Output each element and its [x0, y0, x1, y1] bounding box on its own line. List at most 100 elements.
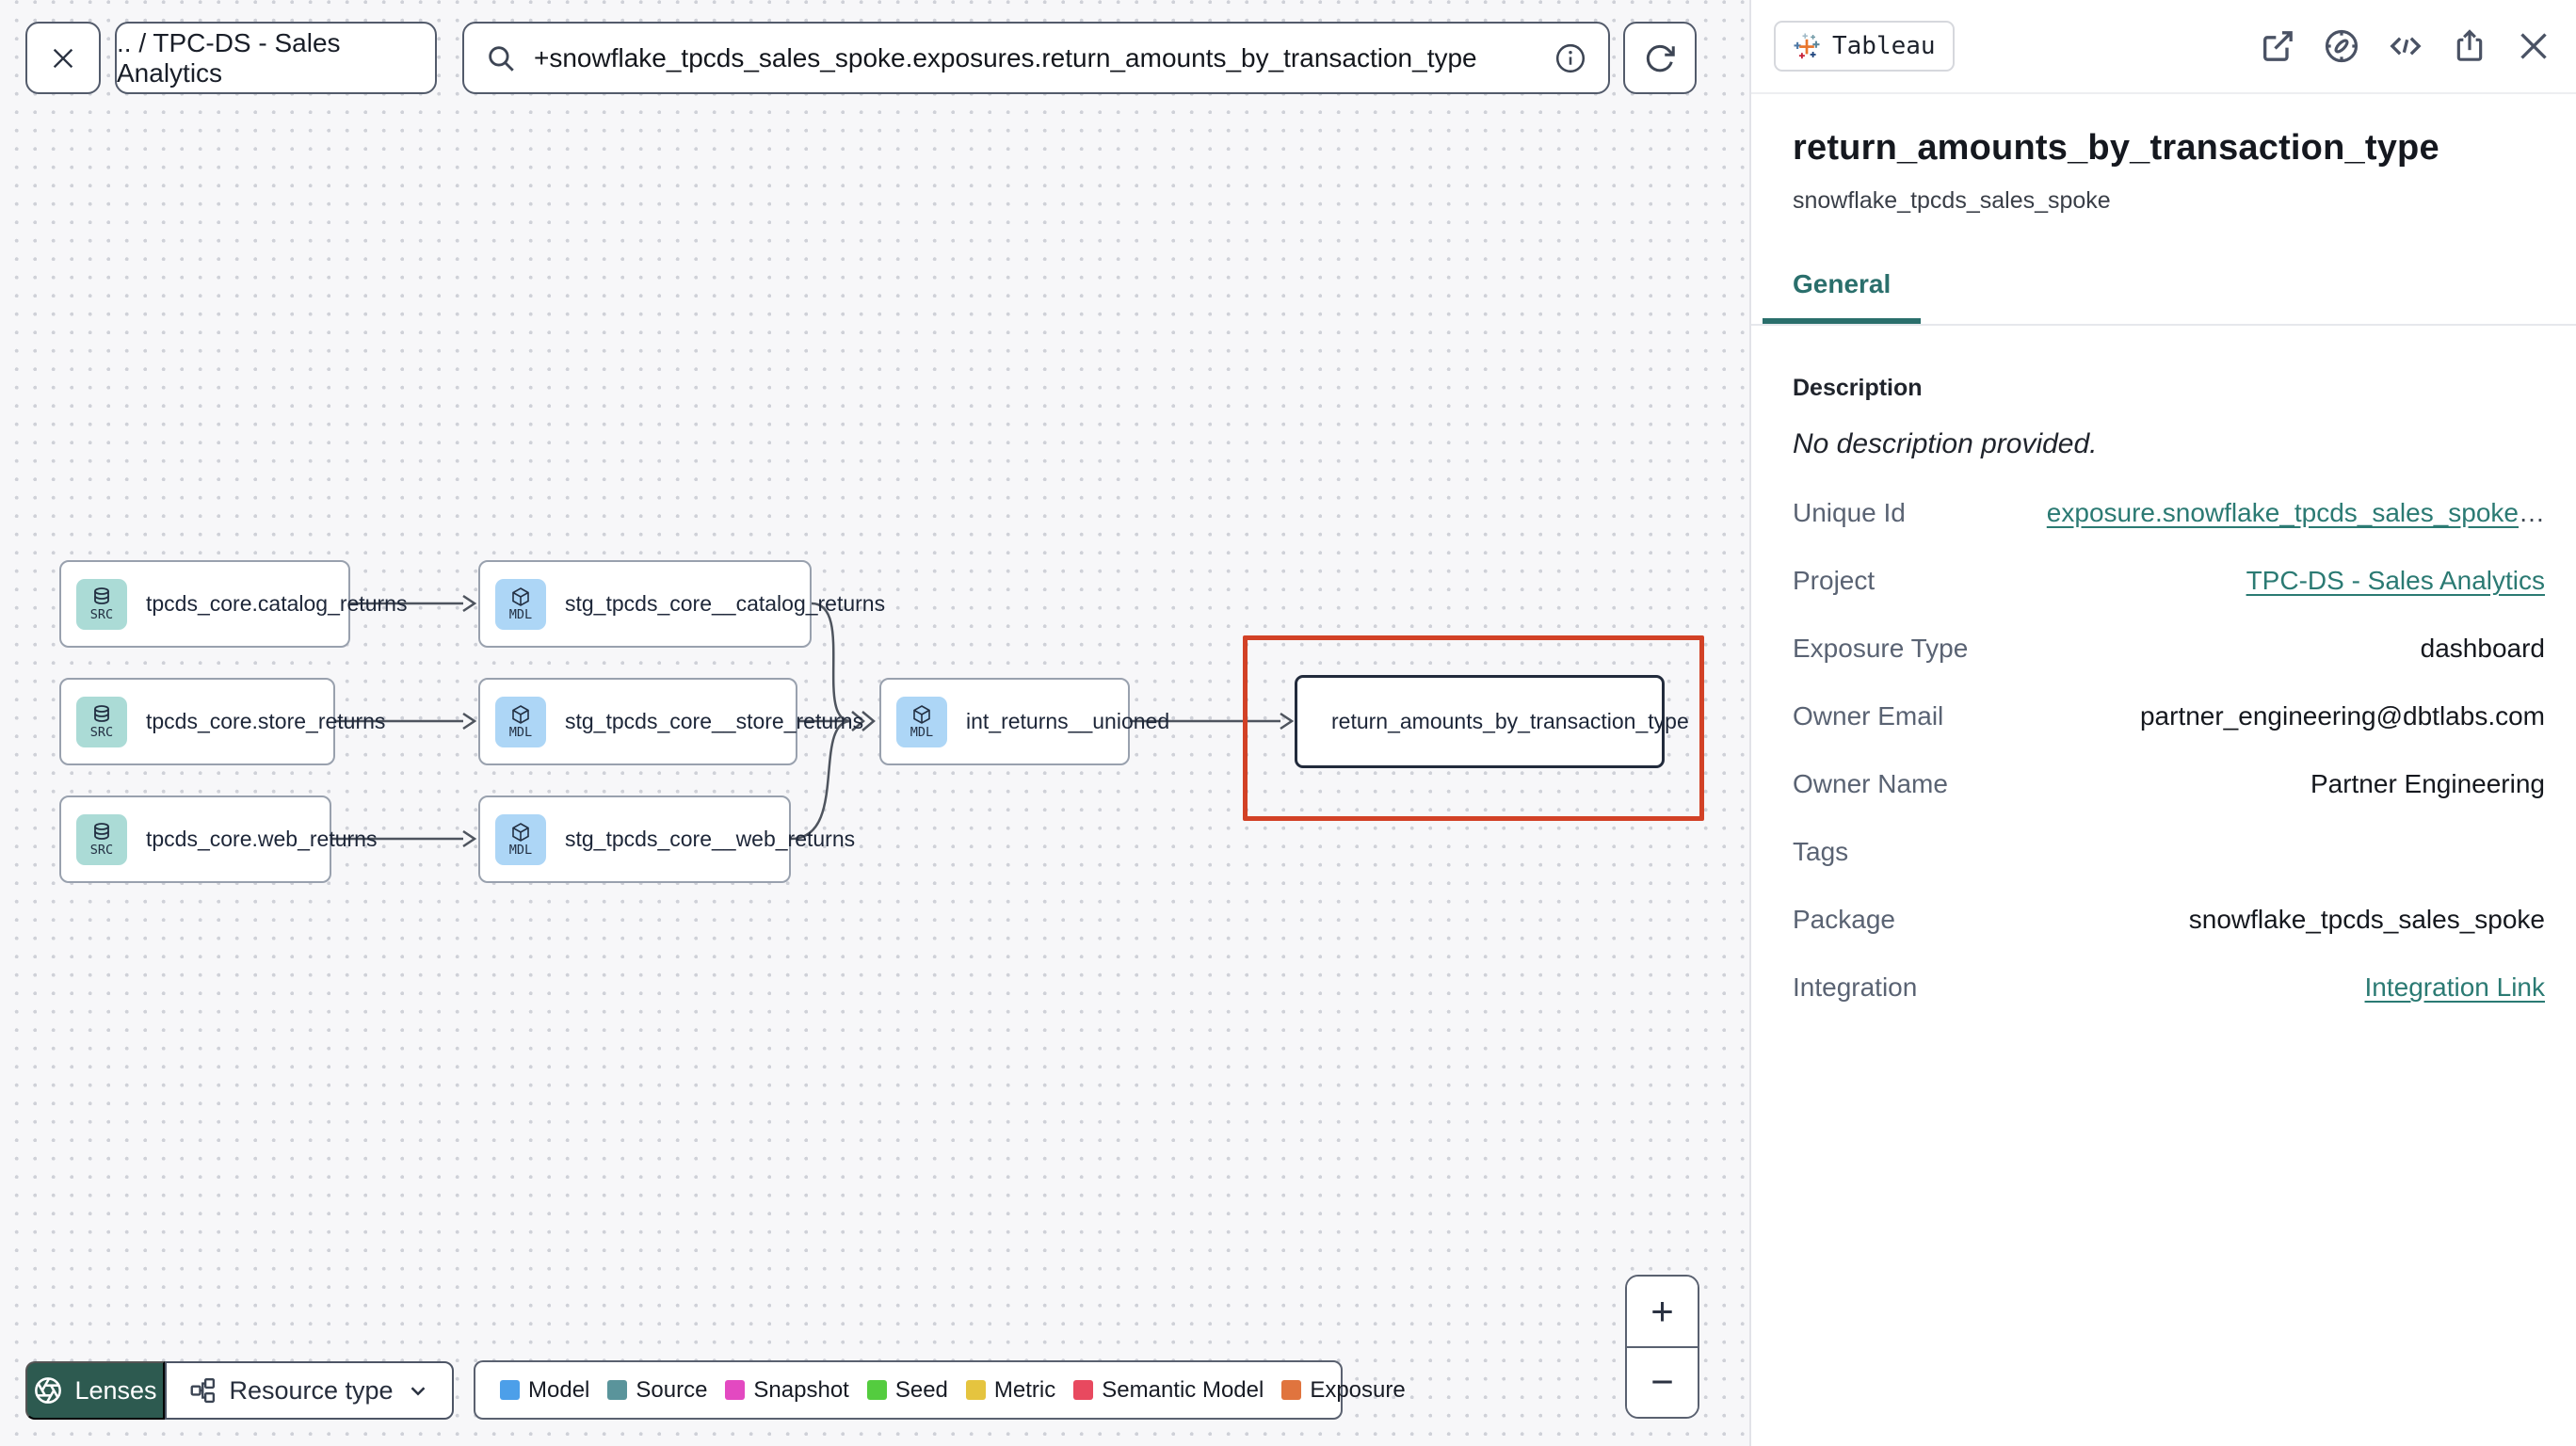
cube-icon	[512, 823, 529, 843]
field-row-exposure-type: Exposure Type dashboard	[1793, 634, 2545, 663]
edge	[811, 602, 852, 723]
integration-link[interactable]: Integration Link	[2365, 972, 2545, 1003]
breadcrumb[interactable]: .. / TPC-DS - Sales Analytics	[115, 22, 437, 94]
field-row-package: Package snowflake_tpcds_sales_spoke	[1793, 905, 2545, 934]
unique-id-link[interactable]: exposure.snowflake_tpcds_sales_spoke	[2047, 498, 2519, 527]
field-row-tags: Tags	[1793, 837, 1849, 866]
cube-icon	[512, 705, 529, 725]
close-icon	[53, 48, 73, 68]
database-icon	[94, 823, 109, 841]
legend-item-metric: Metric	[965, 1377, 1055, 1404]
graph-node-source-catalog-returns[interactable]: SRC tpcds_core.catalog_returns	[59, 560, 407, 648]
field-row-owner-email: Owner Email partner_engineering@dbtlabs.…	[1793, 701, 2545, 731]
resource-type-label: Resource type	[229, 1375, 394, 1405]
legend-item-semantic-model: Semantic Model	[1073, 1377, 1264, 1404]
arrowhead	[462, 829, 477, 848]
source-badge: SRC	[76, 578, 127, 630]
code-icon	[2390, 37, 2422, 56]
node-label: tpcds_core.catalog_returns	[146, 591, 408, 616]
database-icon	[94, 587, 109, 605]
field-row-integration: Integration Integration Link	[1793, 972, 2545, 1003]
resource-type-icon	[191, 1377, 216, 1404]
external-link-icon	[2263, 31, 2293, 61]
graph-node-stg-web-returns[interactable]: MDL stg_tpcds_core__web_returns	[478, 795, 855, 883]
truncation-ellipsis: …	[2519, 498, 2545, 527]
panel-tabs: General	[1751, 269, 2576, 326]
tab-general[interactable]: General	[1763, 269, 1922, 324]
edge	[790, 719, 852, 841]
model-color-chip	[500, 1380, 520, 1400]
field-row-unique-id: Unique Id exposure.snowflake_tpcds_sales…	[1793, 498, 2545, 527]
resource-type-dropdown[interactable]: Resource type	[165, 1361, 454, 1420]
source-color-chip	[607, 1380, 628, 1400]
node-label: return_amounts_by_transaction_type	[1331, 709, 1689, 733]
arrowhead	[462, 594, 477, 613]
node-label: tpcds_core.store_returns	[146, 709, 386, 733]
zoom-controls: + −	[1625, 1275, 1699, 1419]
explore-button[interactable]	[2322, 26, 2361, 66]
node-label: tpcds_core.web_returns	[146, 827, 378, 851]
field-row-project: Project TPC-DS - Sales Analytics	[1793, 566, 2545, 596]
model-badge: MDL	[495, 578, 546, 630]
info-icon[interactable]	[1554, 41, 1587, 75]
lineage-search-bar	[462, 22, 1610, 94]
model-badge: MDL	[495, 696, 546, 747]
description-value: No description provided.	[1793, 428, 2098, 459]
cube-icon	[512, 587, 529, 607]
lineage-canvas[interactable]: SRC tpcds_core.catalog_returns SRC tpcds…	[0, 0, 1751, 1446]
snapshot-color-chip	[725, 1380, 746, 1400]
zoom-out-button[interactable]: −	[1627, 1347, 1698, 1417]
description-label: Description	[1793, 375, 1923, 401]
cube-icon	[913, 705, 930, 725]
database-icon	[94, 705, 109, 723]
source-badge: SRC	[76, 813, 127, 865]
page-title: return_amounts_by_transaction_type	[1793, 128, 2439, 168]
refresh-icon	[1646, 44, 1675, 72]
project-link[interactable]: TPC-DS - Sales Analytics	[2246, 566, 2545, 596]
code-button[interactable]	[2386, 26, 2425, 66]
graph-node-stg-catalog-returns[interactable]: MDL stg_tpcds_core__catalog_returns	[478, 560, 885, 648]
share-button[interactable]	[2450, 26, 2489, 66]
semantic-model-color-chip	[1073, 1380, 1094, 1400]
resource-type-legend: Model Source Snapshot Seed Metric Semant…	[474, 1360, 1406, 1420]
node-label: stg_tpcds_core__store_returns	[565, 709, 864, 733]
close-icon	[2520, 33, 2547, 59]
graph-node-stg-store-returns[interactable]: MDL stg_tpcds_core__store_returns	[478, 678, 863, 765]
graph-node-exposure-selected[interactable]: return_amounts_by_transaction_type	[1295, 675, 1689, 768]
legend-item-snapshot: Snapshot	[725, 1377, 849, 1404]
search-input[interactable]	[534, 42, 1537, 73]
open-external-button[interactable]	[2258, 26, 2297, 66]
share-icon	[2456, 29, 2483, 61]
node-label: stg_tpcds_core__catalog_returns	[565, 591, 886, 616]
graph-node-source-web-returns[interactable]: SRC tpcds_core.web_returns	[59, 795, 377, 883]
close-panel-button[interactable]	[2514, 26, 2553, 66]
model-badge: MDL	[495, 813, 546, 865]
dbt-explorer-app: SRC tpcds_core.catalog_returns SRC tpcds…	[0, 0, 2576, 1446]
arrowhead	[462, 712, 477, 731]
node-label: stg_tpcds_core__web_returns	[565, 827, 856, 851]
general-section: Description No description provided. Uni…	[1751, 326, 2576, 1021]
field-row-owner-name: Owner Name Partner Engineering	[1793, 769, 2545, 798]
integration-badge-label: Tableau	[1832, 32, 1936, 60]
legend-item-exposure: Exposure	[1281, 1377, 1406, 1404]
lenses-button[interactable]: Lenses	[25, 1361, 165, 1420]
seed-color-chip	[866, 1380, 887, 1400]
zoom-in-button[interactable]: +	[1627, 1277, 1698, 1348]
tableau-badge: Tableau	[1774, 21, 1955, 72]
tableau-logo-icon	[1794, 33, 1820, 59]
legend-item-model: Model	[500, 1377, 589, 1404]
graph-node-source-store-returns[interactable]: SRC tpcds_core.store_returns	[59, 678, 385, 765]
model-badge: MDL	[896, 696, 947, 747]
close-lineage-button[interactable]	[25, 22, 101, 94]
exposure-color-chip	[1281, 1380, 1302, 1400]
refresh-button[interactable]	[1623, 22, 1697, 94]
exposure-details-panel: Tableau return_amounts_by_transaction_ty…	[1751, 0, 2576, 1446]
source-badge: SRC	[76, 696, 127, 747]
lenses-label: Lenses	[74, 1375, 157, 1405]
legend-item-source: Source	[607, 1377, 707, 1404]
chevron-down-icon	[411, 1387, 425, 1396]
graph-node-int-returns-unioned[interactable]: MDL int_returns__unioned	[879, 678, 1169, 765]
metric-color-chip	[965, 1380, 986, 1400]
search-icon	[489, 45, 514, 72]
package-subtitle: snowflake_tpcds_sales_spoke	[1793, 187, 2111, 214]
